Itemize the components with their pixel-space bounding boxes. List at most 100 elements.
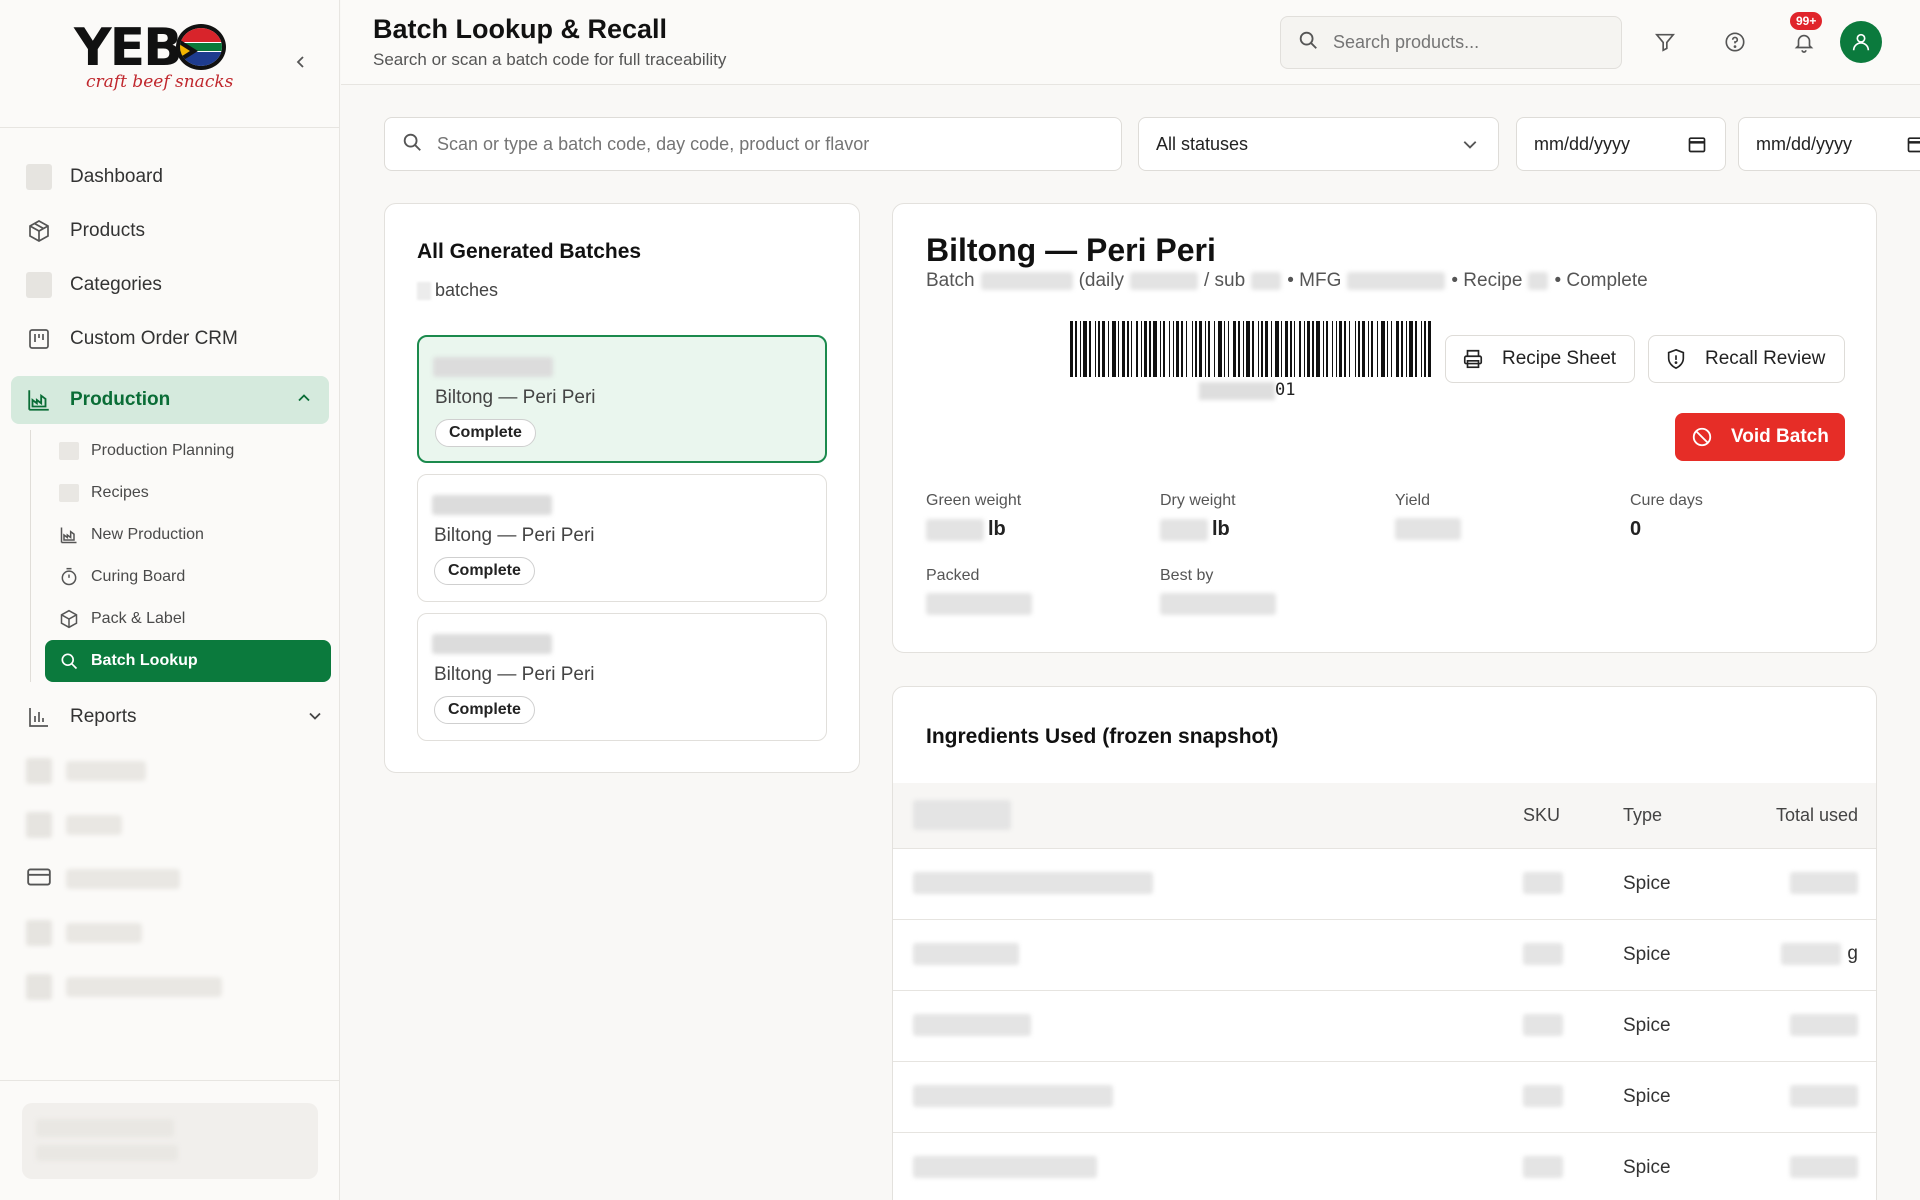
batch-item-name: Biltong — Peri Peri (435, 387, 596, 408)
nav-item-custom-order-crm[interactable]: Custom Order CRM (0, 312, 340, 366)
help-icon[interactable] (1722, 29, 1748, 55)
redacted-ingredient-name (913, 943, 1019, 966)
barcode-bar (1169, 321, 1170, 377)
package-icon (59, 609, 79, 629)
chevron-left-icon (296, 56, 304, 68)
nav-item-products[interactable]: Products (0, 204, 340, 258)
sub-item-pack-label[interactable]: Pack & Label (45, 598, 340, 640)
page-subtitle: Search or scan a batch code for full tra… (373, 50, 727, 69)
batch-count: batches (417, 280, 498, 301)
barcode-bar (1344, 321, 1346, 377)
redacted-value (980, 272, 1073, 290)
global-search[interactable] (1280, 16, 1622, 69)
recipe-sheet-button[interactable]: Recipe Sheet (1445, 335, 1635, 383)
calendar-icon[interactable] (1687, 134, 1707, 159)
global-search-input[interactable] (1333, 32, 1593, 53)
barcode-bar (1265, 321, 1268, 377)
date-to-field[interactable]: mm/dd/yyyy (1738, 117, 1920, 171)
filter-icon[interactable] (1652, 29, 1678, 55)
column-header-type[interactable]: Type (1623, 783, 1758, 849)
main-nav: Dashboard Products Categories Custom Ord… (0, 150, 340, 1014)
table-row[interactable]: Spice (893, 1132, 1876, 1200)
credit-card-icon (26, 864, 52, 895)
status-badge: Complete (434, 696, 535, 724)
nav-item-redacted[interactable] (0, 798, 340, 852)
recall-review-button[interactable]: Recall Review (1648, 335, 1845, 383)
redacted-barcode-text (1199, 382, 1275, 400)
date-to-placeholder: mm/dd/yyyy (1756, 133, 1853, 154)
redacted-sku (1523, 943, 1563, 966)
column-header-sku[interactable]: SKU (1523, 783, 1623, 849)
nav-item-redacted[interactable] (0, 906, 340, 960)
batch-detail-panel: Biltong — Peri Peri Batch (daily / sub •… (892, 203, 1877, 653)
redacted-total-used (1790, 1156, 1858, 1179)
nav-item-reports[interactable]: Reports (0, 690, 340, 744)
barcode-bar (1070, 321, 1073, 377)
barcode-bar (1243, 321, 1244, 377)
batch-search[interactable] (384, 117, 1122, 171)
barcode-bar (1415, 321, 1417, 377)
redacted-total-used (1790, 872, 1858, 895)
redacted-sku (1523, 1156, 1563, 1179)
barcode-bar (1195, 321, 1197, 377)
barcode-bar (1377, 321, 1378, 377)
barcode-bar (1294, 321, 1295, 377)
redacted-value (1395, 518, 1461, 540)
barcode-bar (1122, 321, 1125, 377)
batch-search-input[interactable] (437, 133, 1097, 155)
date-from-placeholder: mm/dd/yyyy (1534, 133, 1631, 154)
column-header-total-used[interactable]: Total used (1758, 783, 1876, 849)
sub-item-new-production[interactable]: New Production (45, 514, 340, 556)
barcode-bar (1332, 321, 1333, 377)
nav-item-redacted[interactable] (0, 960, 340, 1014)
metric-best-by: Best by (1160, 567, 1280, 615)
sub-item-production-planning[interactable]: Production Planning (45, 430, 340, 472)
user-card[interactable] (22, 1103, 318, 1179)
collapse-sidebar-button[interactable] (290, 52, 312, 74)
nav-item-production[interactable]: Production (11, 376, 329, 424)
chevron-down-icon (308, 709, 322, 726)
recipe-sheet-label: Recipe Sheet (1502, 348, 1617, 369)
batch-meta-line: Batch (daily / sub • MFG • Recipe • Comp… (926, 270, 1648, 292)
barcode-bar (1285, 321, 1288, 377)
batch-item[interactable]: Biltong — Peri Peri Complete (417, 335, 827, 463)
box-icon (26, 218, 52, 244)
sub-item-recipes[interactable]: Recipes (45, 472, 340, 514)
sub-label: Pack & Label (91, 610, 186, 627)
nav-item-redacted[interactable] (0, 744, 340, 798)
calendar-icon[interactable] (1906, 134, 1920, 159)
column-header-name[interactable] (893, 783, 1523, 849)
batch-item-name: Biltong — Peri Peri (434, 664, 595, 685)
barcode-bar (1224, 321, 1225, 377)
status-badge: Complete (434, 557, 535, 585)
table-row[interactable]: Spice (893, 1061, 1876, 1133)
ingredient-unit: g (1847, 943, 1858, 965)
barcode-bar (1208, 321, 1210, 377)
status-select[interactable]: All statuses (1138, 117, 1499, 171)
void-batch-button[interactable]: Void Batch (1675, 413, 1845, 461)
barcode-bar (1131, 321, 1132, 377)
barcode-bar (1358, 321, 1360, 377)
nav-item-redacted[interactable] (0, 852, 340, 906)
date-from-field[interactable]: mm/dd/yyyy (1516, 117, 1726, 171)
batch-item[interactable]: Biltong — Peri Peri Complete (417, 613, 827, 741)
nav-item-categories[interactable]: Categories (0, 258, 340, 312)
table-row[interactable]: Spice (893, 990, 1876, 1062)
redacted-batch-code (432, 495, 552, 515)
barcode-bar (1083, 321, 1087, 377)
batch-list-title: All Generated Batches (417, 240, 642, 263)
barcode-bar (1075, 321, 1077, 377)
sidebar-footer (0, 1080, 340, 1200)
table-row[interactable]: Spice (893, 848, 1876, 920)
redacted-value (1251, 272, 1282, 290)
nav-item-dashboard[interactable]: Dashboard (0, 150, 340, 204)
sub-item-batch-lookup[interactable]: Batch Lookup (45, 640, 331, 682)
batch-item[interactable]: Biltong — Peri Peri Complete (417, 474, 827, 602)
ingredient-type: Spice (1623, 990, 1758, 1062)
logo-area: YEBO craft beef snacks (0, 0, 339, 128)
sub-item-curing-board[interactable]: Curing Board (45, 556, 340, 598)
barcode-bar (1409, 321, 1413, 377)
bell-icon[interactable] (1791, 29, 1817, 55)
table-row[interactable]: Spice g (893, 919, 1876, 991)
user-avatar[interactable] (1840, 21, 1882, 63)
